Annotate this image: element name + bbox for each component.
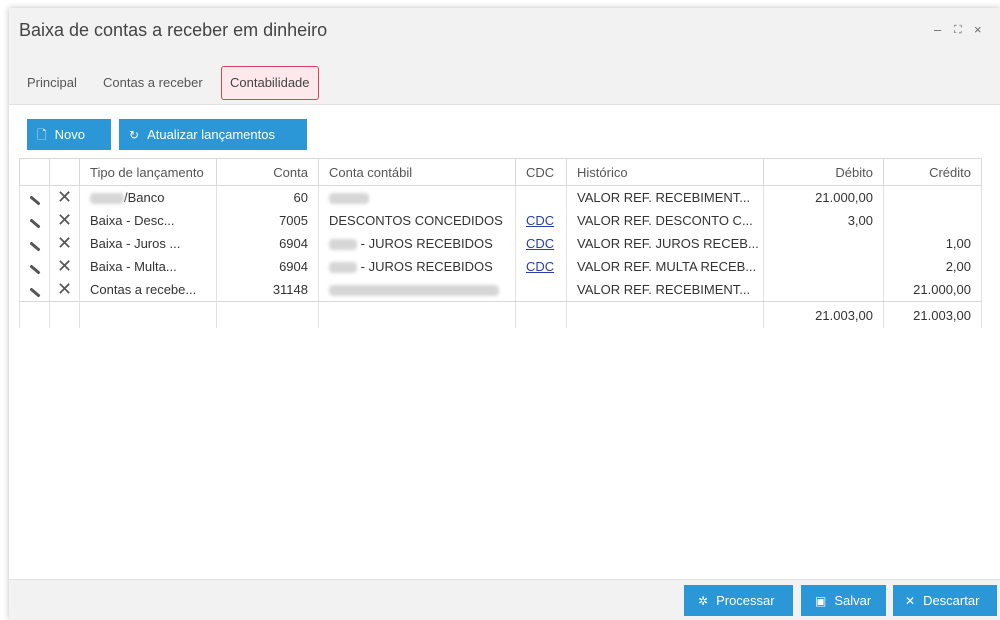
atualizar-lancamentos-button[interactable]: ↻ Atualizar lançamentos [119,119,307,150]
cell-debito [763,232,884,255]
cell-cdc [515,185,567,209]
cell-conta-contabil: DESCONTOS CONCEDIDOS [318,209,516,232]
cell-conta: 60 [216,185,319,209]
edit-icon[interactable] [19,185,50,209]
col-edit-header [19,158,50,186]
descartar-button[interactable]: ✕ Descartar [893,585,997,616]
cell-historico: VALOR REF. RECEBIMENT... [566,278,764,302]
dialog-window: Baixa de contas a receber em dinheiro – … [9,8,1000,620]
file-icon: 🗋 [37,128,47,142]
col-conta-header[interactable]: Conta [216,158,319,186]
close-icon[interactable]: × [974,22,982,37]
cell-conta: 7005 [216,209,319,232]
total-credito: 21.003,00 [883,301,982,328]
tab-contas-a-receber[interactable]: Contas a receber [97,66,209,100]
title-bar: Baixa de contas a receber em dinheiro – … [9,8,1000,52]
totals-row: 21.003,00 21.003,00 [19,301,982,328]
cell-conta-contabil [318,278,516,302]
table-row[interactable]: ✕ Contas a recebe... 31148 VALOR REF. RE… [19,278,982,302]
maximize-icon[interactable]: ⛶ [954,24,962,37]
cell-tipo: Baixa - Desc... [79,209,217,232]
delete-icon[interactable]: ✕ [49,278,80,302]
cell-conta-contabil: - JUROS RECEBIDOS [318,232,516,255]
cell-conta: 31148 [216,278,319,302]
window-title: Baixa de contas a receber em dinheiro [19,20,328,40]
minimize-icon[interactable]: – [934,22,941,37]
table-row[interactable]: ✕ Baixa - Desc... 7005 DESCONTOS CONCEDI… [19,209,982,232]
salvar-button[interactable]: ▣ Salvar [801,585,886,616]
cell-credito [883,209,982,232]
col-tipo-header[interactable]: Tipo de lançamento [79,158,217,186]
edit-icon[interactable] [19,232,50,255]
delete-icon[interactable]: ✕ [49,185,80,209]
cell-cdc[interactable]: CDC [515,232,567,255]
delete-icon[interactable]: ✕ [49,232,80,255]
cdc-link[interactable]: CDC [526,236,554,251]
cell-credito: 1,00 [883,232,982,255]
cell-historico: VALOR REF. DESCONTO C... [566,209,764,232]
delete-icon[interactable]: ✕ [49,255,80,278]
cell-cdc [515,278,567,302]
cell-conta-contabil: - JUROS RECEBIDOS [318,255,516,278]
spinner-icon: ✲ [698,594,709,608]
col-cdc-header[interactable]: CDC [515,158,567,186]
save-icon: ▣ [815,594,827,608]
novo-button[interactable]: 🗋 Novo [27,119,111,150]
col-conta-contabil-header[interactable]: Conta contábil [318,158,516,186]
cell-debito: 21.000,00 [763,185,884,209]
table-row[interactable]: ✕ Baixa - Multa... 6904 - JUROS RECEBIDO… [19,255,982,278]
table-row[interactable]: ✕ Baixa - Juros ... 6904 - JUROS RECEBID… [19,232,982,255]
cell-conta-contabil [318,185,516,209]
footer-bar: ✲ Processar ▣ Salvar ✕ Descartar [9,579,1000,620]
tab-contabilidade[interactable]: Contabilidade [221,66,319,100]
col-delete-header [49,158,80,186]
cell-debito: 3,00 [763,209,884,232]
cell-tipo: Baixa - Juros ... [79,232,217,255]
cell-tipo: /Banco [79,185,217,209]
cell-credito [883,185,982,209]
edit-icon[interactable] [19,278,50,302]
close-icon: ✕ [905,594,916,608]
col-credito-header[interactable]: Crédito [883,158,982,186]
cell-tipo: Baixa - Multa... [79,255,217,278]
cell-cdc[interactable]: CDC [515,255,567,278]
cell-debito [763,278,884,302]
refresh-icon: ↻ [129,128,140,142]
edit-icon[interactable] [19,209,50,232]
cell-credito: 21.000,00 [883,278,982,302]
lancamentos-table: Tipo de lançamento Conta Conta contábil … [19,158,982,328]
table-header-row: Tipo de lançamento Conta Conta contábil … [19,158,982,186]
cell-historico: VALOR REF. RECEBIMENT... [566,185,764,209]
cell-historico: VALOR REF. JUROS RECEB... [566,232,764,255]
edit-icon[interactable] [19,255,50,278]
cell-historico: VALOR REF. MULTA RECEB... [566,255,764,278]
tab-bar: Principal Contas a receber Contabilidade [9,52,1000,105]
delete-icon[interactable]: ✕ [49,209,80,232]
cell-credito: 2,00 [883,255,982,278]
cell-tipo: Contas a recebe... [79,278,217,302]
cell-cdc[interactable]: CDC [515,209,567,232]
cell-conta: 6904 [216,255,319,278]
total-debito: 21.003,00 [763,301,884,328]
col-debito-header[interactable]: Débito [763,158,884,186]
processar-button[interactable]: ✲ Processar [684,585,793,616]
cdc-link[interactable]: CDC [526,259,554,274]
cdc-link[interactable]: CDC [526,213,554,228]
table-row[interactable]: ✕ /Banco 60 VALOR REF. RECEBIMENT... 21.… [19,185,982,209]
cell-conta: 6904 [216,232,319,255]
cell-debito [763,255,884,278]
tab-principal[interactable]: Principal [21,66,83,100]
col-historico-header[interactable]: Histórico [566,158,764,186]
